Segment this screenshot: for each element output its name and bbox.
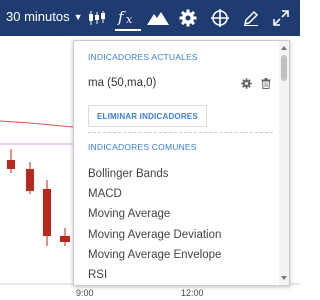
mountain-icon: [147, 10, 169, 26]
function-icon: f x: [117, 8, 139, 26]
moving-average-line: [0, 120, 74, 128]
candles: [7, 149, 70, 246]
x-label-2: 12:00: [181, 288, 204, 298]
candlestick-icon: [88, 10, 106, 26]
candle: [60, 236, 70, 242]
timeframe-label: 30 minutos: [6, 9, 70, 24]
svg-text:x: x: [126, 13, 133, 26]
scroll-up-arrow-icon[interactable]: [279, 43, 289, 53]
settings-button[interactable]: [175, 5, 201, 31]
panel-scrollbar[interactable]: [279, 41, 289, 285]
timeframe-selector[interactable]: 30 minutos ▼: [6, 9, 83, 24]
trash-icon[interactable]: [259, 76, 273, 90]
fullscreen-button[interactable]: [268, 5, 294, 31]
chart-toolbar: 30 minutos ▼ f x: [0, 0, 300, 36]
x-label-1: 9:00: [76, 288, 94, 298]
indicator-bollinger-bands[interactable]: Bollinger Bands: [88, 164, 273, 184]
remove-indicators-button[interactable]: ELIMINAR INDICADORES: [88, 105, 207, 127]
candle: [43, 189, 51, 236]
candlestick-button[interactable]: [84, 5, 110, 31]
draw-button[interactable]: [238, 5, 264, 31]
current-indicator-label: ma (50,ma,0): [88, 77, 157, 89]
expand-icon: [273, 10, 289, 26]
gear-icon[interactable]: [239, 76, 253, 90]
indicator-moving-average-deviation[interactable]: Moving Average Deviation: [88, 225, 273, 245]
indicator-rsi[interactable]: RSI: [88, 265, 273, 285]
indicator-moving-average[interactable]: Moving Average: [88, 204, 273, 224]
section-divider: [88, 132, 273, 133]
current-indicator-row: ma (50,ma,0): [88, 74, 273, 92]
common-indicators-list: Bollinger Bands MACD Moving Average Movi…: [88, 164, 273, 285]
chevron-down-icon: ▼: [73, 12, 83, 22]
indicators-panel: INDICADORES ACTUALES ma (50,ma,0) ELIMIN…: [73, 40, 290, 286]
scroll-down-arrow-icon[interactable]: [279, 273, 289, 283]
current-indicators-title: INDICADORES ACTUALES: [88, 52, 198, 62]
gear-icon: [179, 9, 197, 27]
indicator-moving-average-envelope[interactable]: Moving Average Envelope: [88, 245, 273, 265]
svg-text:f: f: [117, 8, 126, 26]
common-indicators-title: INDICADORES COMUNES: [88, 142, 197, 152]
indicators-button[interactable]: f x: [115, 5, 141, 31]
candle: [26, 169, 34, 191]
chart-type-button[interactable]: [145, 5, 171, 31]
indicator-macd[interactable]: MACD: [88, 184, 273, 204]
crosshair-icon: [211, 9, 229, 27]
scroll-thumb[interactable]: [281, 55, 287, 81]
crosshair-button[interactable]: [207, 5, 233, 31]
pencil-icon: [243, 10, 259, 26]
candle: [7, 160, 15, 169]
